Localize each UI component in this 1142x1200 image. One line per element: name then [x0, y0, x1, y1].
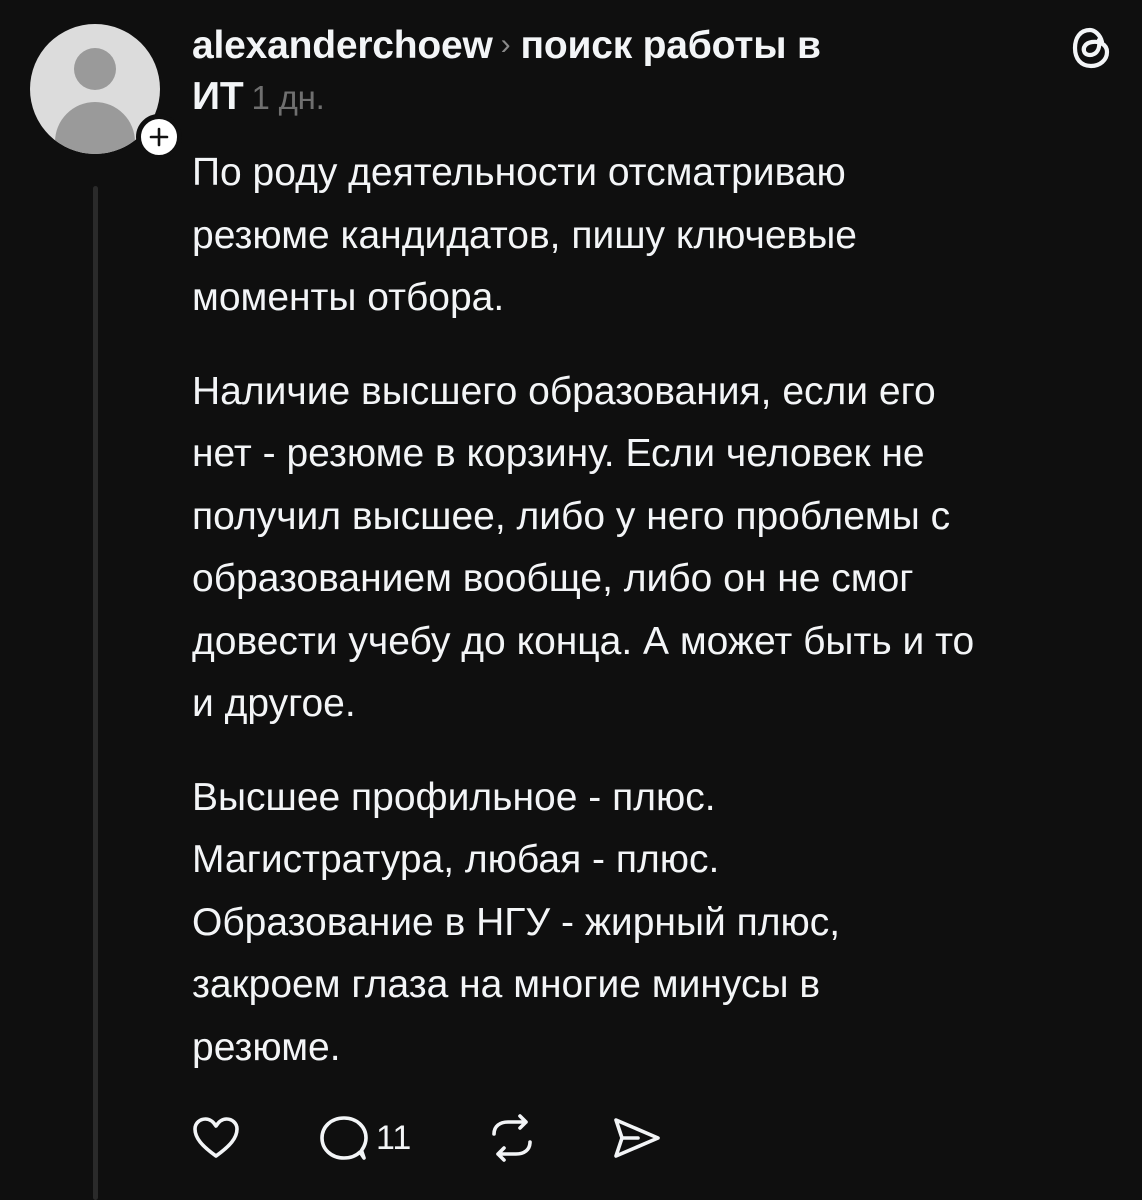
follow-button[interactable]: [136, 114, 182, 160]
post-paragraph: Высшее профильное - плюс. Магистратура, …: [192, 775, 841, 1069]
post-paragraph: Наличие высшего образования, если его не…: [192, 369, 975, 726]
post-actions: 11: [190, 1108, 664, 1168]
author-name[interactable]: alexanderchoew: [192, 24, 493, 67]
threads-logo-icon[interactable]: [1066, 22, 1116, 74]
post-avatar[interactable]: [30, 24, 182, 160]
reply-button[interactable]: 11: [316, 1112, 486, 1164]
repost-icon: [492, 1114, 532, 1162]
post-paragraph: По роду деятельности отсматриваю резюме …: [192, 151, 857, 319]
share-button[interactable]: [608, 1112, 664, 1164]
like-button[interactable]: [190, 1114, 316, 1162]
comment-icon: [320, 1116, 368, 1160]
post-time: 1 дн.: [251, 79, 325, 116]
heart-icon: [193, 1117, 239, 1158]
plus-icon: [149, 127, 169, 147]
post-body: По роду деятельности отсматриваю резюме …: [192, 142, 1122, 1110]
thread-line: [93, 186, 98, 1200]
repost-button[interactable]: [486, 1112, 608, 1164]
chevron-right-icon: ›: [500, 28, 511, 61]
post-header: alexanderchoew › поиск работы в ИТ 1 дн.: [192, 22, 952, 122]
send-icon: [614, 1118, 660, 1158]
reply-count: 11: [376, 1118, 412, 1157]
